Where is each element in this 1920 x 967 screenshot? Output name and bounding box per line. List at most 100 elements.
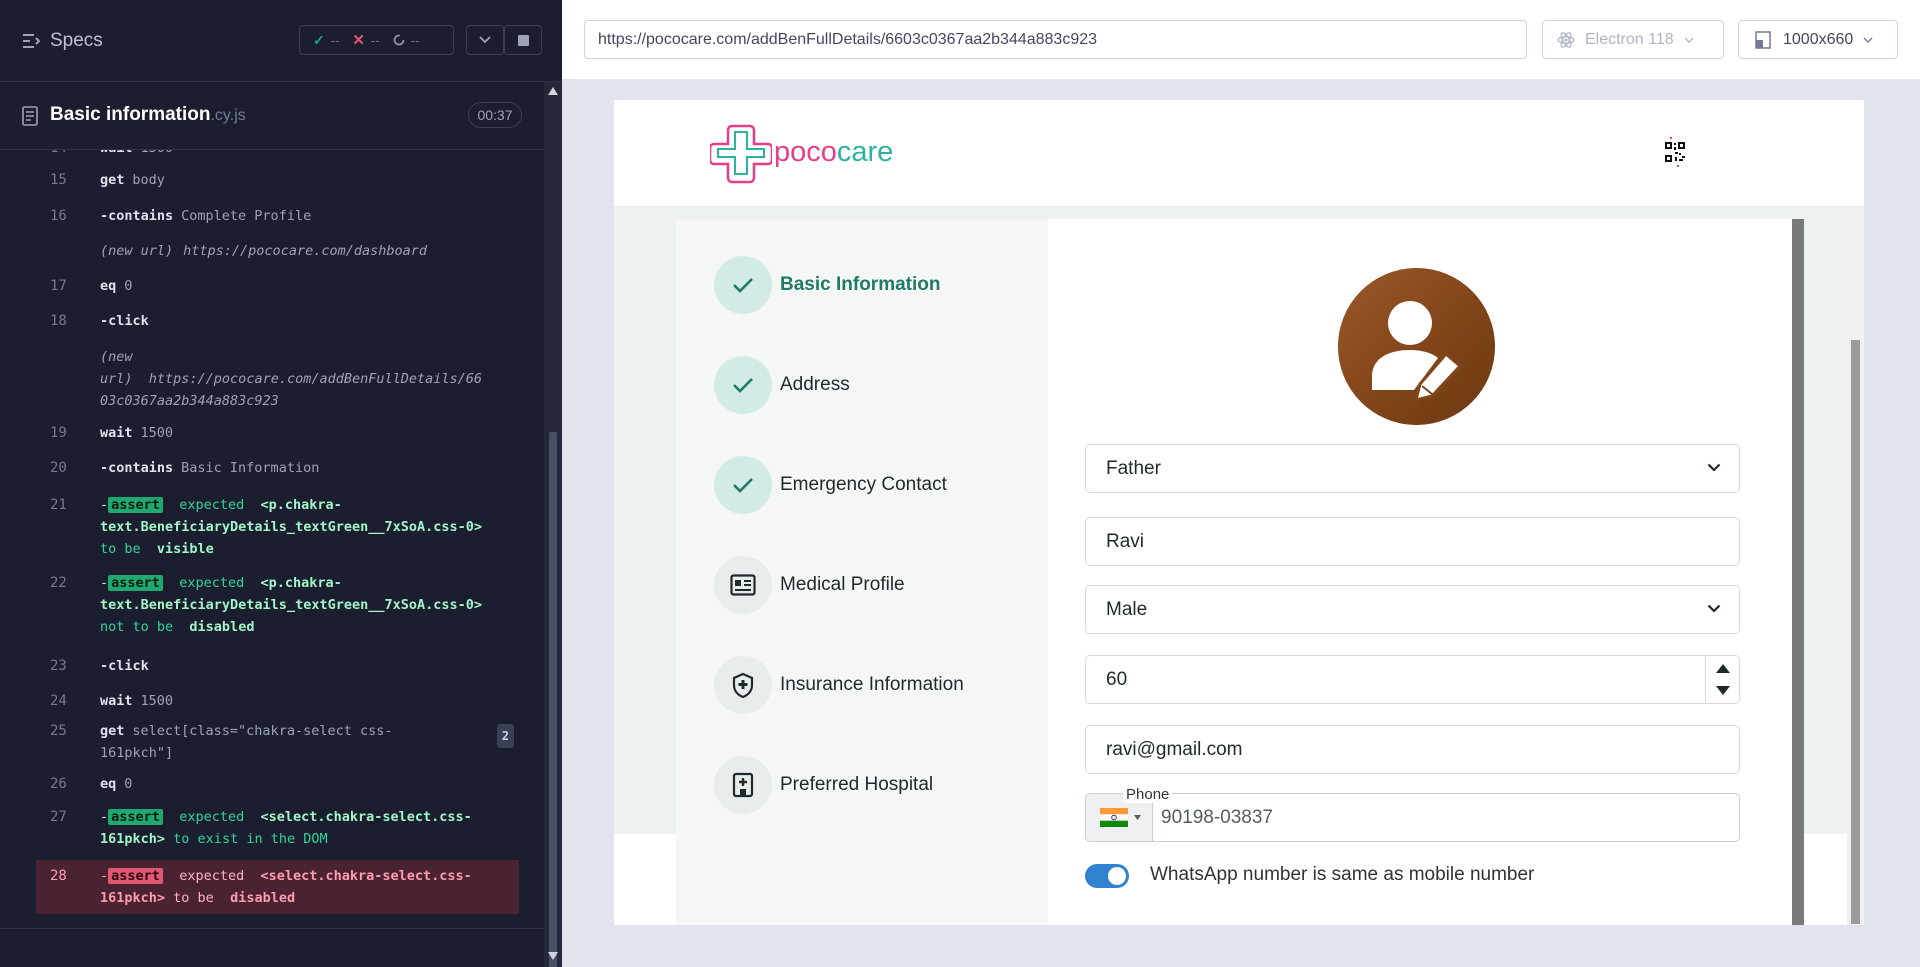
url-bar[interactable]: https://pococare.com/addBenFullDetails/6…: [584, 20, 1527, 59]
page-scrollbar[interactable]: [1847, 207, 1864, 925]
assert-target: <select.chakra-select.css-: [260, 809, 472, 825]
passed-count: --: [330, 32, 340, 48]
command-row[interactable]: 19 wait 1500: [36, 425, 522, 441]
failed-stat: ✕ --: [352, 31, 379, 49]
command-name: get: [100, 172, 125, 188]
command-row[interactable]: 25 get select[class="chakra-select css- 1…: [36, 720, 522, 764]
assert-verb: to be: [100, 541, 141, 557]
command-row[interactable]: 26 eq 0: [36, 776, 522, 792]
user-edit-icon: [1338, 268, 1495, 425]
command-row-assert[interactable]: 22 - assert expected <p.chakra- text.Bene…: [36, 572, 522, 638]
command-number: 27: [50, 809, 67, 825]
aut-toolbar: https://pococare.com/addBenFullDetails/6…: [562, 0, 1920, 80]
whatsapp-same-toggle[interactable]: [1085, 864, 1129, 888]
name-input[interactable]: Ravi: [1085, 517, 1740, 566]
step-preferred-hospital[interactable]: Preferred Hospital: [714, 756, 933, 814]
relation-select[interactable]: Father: [1085, 444, 1740, 493]
qr-code-icon[interactable]: [1661, 137, 1689, 167]
file-icon: [22, 106, 38, 126]
assert-target-continued: 161pkch>: [100, 890, 166, 906]
command-row[interactable]: 17 eq 0: [36, 278, 522, 294]
phone-input[interactable]: 90198-03837: [1085, 793, 1740, 842]
stop-button[interactable]: [504, 25, 542, 55]
browser-selector[interactable]: Electron 118: [1542, 20, 1724, 59]
command-name: get: [100, 723, 125, 739]
logo-text-care: care: [836, 136, 894, 168]
command-row[interactable]: 20 -contains Basic Information: [36, 460, 522, 476]
command-log-footer: [0, 928, 544, 967]
assert-value: disabled: [189, 619, 255, 635]
increment-arrow-icon[interactable]: [1716, 664, 1730, 673]
decrement-arrow-icon[interactable]: [1716, 686, 1730, 695]
command-row[interactable]: 16 -contains Complete Profile: [36, 208, 522, 224]
id-card-icon: [730, 574, 756, 596]
profile-avatar[interactable]: [1338, 268, 1495, 425]
phone-label: Phone: [1123, 786, 1173, 803]
new-url-label: (new: [100, 349, 133, 365]
command-message: 1500: [140, 425, 174, 441]
command-name: -contains: [100, 208, 174, 224]
scroll-up-arrow-icon[interactable]: [548, 87, 558, 95]
command-message: 1500: [141, 150, 174, 156]
specs-label[interactable]: Specs: [50, 30, 103, 52]
step-medical-profile[interactable]: Medical Profile: [714, 556, 905, 614]
command-row[interactable]: 18 -click: [36, 313, 522, 329]
command-row-assert[interactable]: 21 - assert expected <p.chakra- text.Bene…: [36, 494, 522, 560]
command-row-new-url[interactable]: (new url) https://pococare.com/addBenFul…: [36, 346, 522, 412]
assert-verb: not to be: [100, 619, 174, 635]
command-row[interactable]: 15 get body: [36, 172, 522, 188]
chevron-down-icon: [1707, 463, 1721, 472]
toggle-knob: [1108, 867, 1126, 885]
command-name: eq: [100, 776, 117, 792]
assert-verb: to be: [173, 890, 214, 906]
page-scrollbar-thumb[interactable]: [1851, 340, 1860, 924]
command-number: 18: [50, 313, 67, 329]
command-row-new-url[interactable]: (new url) https://pococare.com/dashboard: [36, 243, 522, 259]
age-stepper[interactable]: 60: [1085, 655, 1740, 704]
app-frame: pococare Basic Information Address Emerg…: [614, 100, 1864, 925]
collapse-button[interactable]: [466, 25, 504, 55]
command-list: 14 wait 1500 15 get body 16 -contains Co…: [36, 150, 522, 915]
command-row-assert[interactable]: 27 - assert expected <select.chakra-selec…: [36, 806, 522, 850]
scroll-down-arrow-icon[interactable]: [548, 952, 558, 960]
pending-spinner-icon: [393, 34, 405, 46]
spec-duration: 00:37: [468, 102, 522, 128]
spec-title: Basic information.cy.js: [50, 104, 246, 126]
assert-badge: assert: [108, 809, 163, 825]
step-label: Preferred Hospital: [780, 774, 934, 795]
assert-message: expected: [179, 497, 245, 513]
check-icon: [733, 378, 753, 393]
command-number: 19: [50, 425, 67, 441]
chevron-down-icon: [479, 36, 491, 44]
new-url-block: (new url) https://pococare.com/addBenFul…: [100, 346, 482, 412]
command-row-failed[interactable]: 28 - assert expected <select.chakra-selec…: [36, 860, 519, 914]
step-basic-information[interactable]: Basic Information: [714, 256, 940, 314]
command-number: 23: [50, 658, 67, 674]
assert-target: <p.chakra-: [260, 575, 342, 591]
form-scrollbar[interactable]: [1792, 219, 1804, 925]
failed-count: --: [370, 32, 380, 48]
step-insurance-information[interactable]: Insurance Information: [714, 656, 964, 714]
command-row[interactable]: 23 -click: [36, 658, 522, 674]
test-stats: ✓ -- ✕ -- --: [299, 25, 454, 55]
scrollbar-thumb[interactable]: [549, 432, 557, 967]
step-address[interactable]: Address: [714, 356, 850, 414]
viewport-icon: [1755, 30, 1771, 49]
command-log-scrollbar[interactable]: [544, 82, 562, 967]
aut-panel: https://pococare.com/addBenFullDetails/6…: [562, 0, 1920, 967]
specs-menu-icon[interactable]: [22, 33, 40, 49]
step-emergency-contact[interactable]: Emergency Contact: [714, 456, 947, 514]
assert-badge: assert: [108, 575, 163, 591]
whatsapp-toggle-label: WhatsApp number is same as mobile number: [1150, 864, 1535, 885]
new-url-label: url): [100, 371, 133, 387]
command-row[interactable]: 14 wait 1500: [36, 150, 522, 156]
command-number: 25: [50, 723, 67, 739]
viewport-selector[interactable]: 1000x660: [1738, 20, 1898, 59]
command-number: 22: [50, 575, 67, 591]
check-icon: ✓: [313, 31, 325, 48]
gender-select[interactable]: Male: [1085, 585, 1740, 634]
pococare-logo-icon[interactable]: [710, 122, 772, 184]
email-field[interactable]: ravi@gmail.com: [1085, 725, 1740, 774]
command-number: 28: [50, 868, 67, 884]
command-row[interactable]: 24 wait 1500: [36, 693, 522, 709]
